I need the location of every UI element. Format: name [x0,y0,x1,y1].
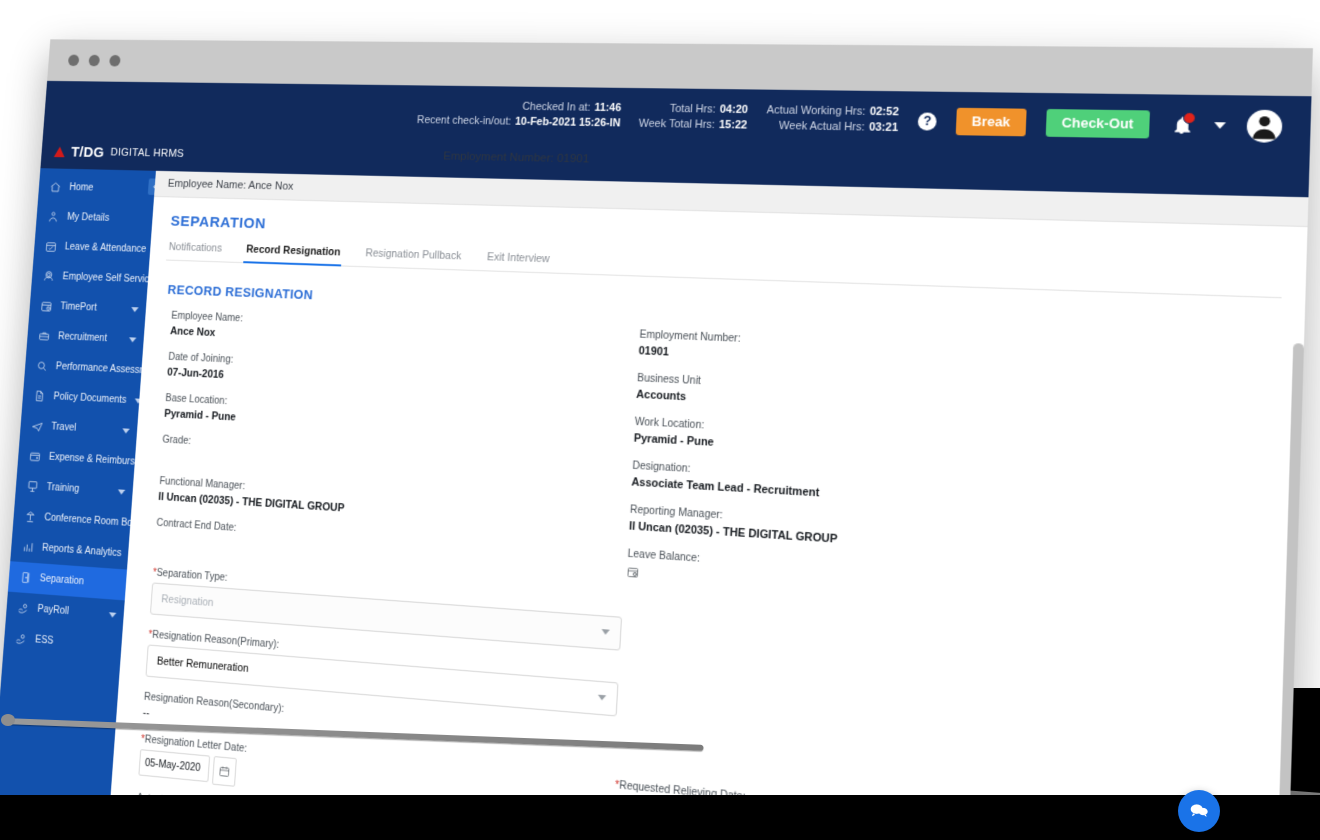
people-gear-icon [42,270,55,283]
chevron-down-icon [597,694,607,701]
sidebar-item-employee-self-service[interactable]: Employee Self Service [31,261,154,295]
checkin-value: 11:46 [594,101,622,115]
calendar-clock-icon [40,300,53,313]
brand-mark: T/DG [70,143,105,161]
sidebar-item-label: TimePort [59,301,98,314]
detail-field: Business Unit Accounts [636,373,1153,426]
chevron-down-icon[interactable] [108,612,117,618]
calendar-clock-icon[interactable] [626,564,644,582]
week-actual-hrs-label: Week Actual Hrs: [778,119,866,134]
tab-record-resignation[interactable]: Record Resignation [243,243,342,265]
person-icon [47,210,60,223]
main-content: Employee Name: Ance Nox Designation: Ass… [109,170,1309,840]
chevron-down-icon[interactable] [128,337,137,343]
calendar-check-icon [45,240,58,253]
perspective-container: Checked In at: 11:46 Recent check-in/out:… [0,0,1320,840]
window-maximize-dot[interactable] [109,54,121,67]
calendar-icon[interactable] [211,756,237,787]
laptop-mockup-stage: Checked In at: 11:46 Recent check-in/out:… [0,0,1320,840]
sidebar-item-home[interactable]: Home [38,172,156,205]
wallet-icon [29,450,42,463]
total-hrs-value: 04:20 [719,103,749,117]
notification-badge [1182,111,1197,125]
avatar[interactable] [1246,109,1283,143]
briefcase-icon [38,330,51,343]
sidebar-item-label: Travel [50,421,77,434]
sidebar-item-timeport[interactable]: TimePort [29,291,147,326]
plane-icon [31,419,44,432]
browser-window: Checked In at: 11:46 Recent check-in/out:… [0,39,1313,840]
sidebar-item-leave-attendance[interactable]: Leave & Attendance [33,231,151,265]
actual-hours-info: Actual Working Hrs: 02:52 Week Actual Hrs… [766,103,900,136]
window-minimize-dot[interactable] [88,54,101,67]
sidebar-item-label: Policy Documents [53,391,127,406]
checkin-label: Checked In at: [522,100,591,114]
actual-working-hrs-label: Actual Working Hrs: [766,104,866,118]
sidebar-item-label: Home [68,182,94,194]
sidebar-item-label: PayRoll [37,603,70,618]
laptop-hinge-cap [1,714,15,726]
bell-icon[interactable] [1170,111,1197,136]
sidebar-item-label: Training [46,482,80,495]
document-icon [33,389,46,402]
detail-field: Base Location: Pyramid - Pune [164,393,626,444]
hand-cash-icon [17,601,30,615]
resignation-reason-primary-value: Better Remuneration [156,655,250,676]
sidebar-item-label: Separation [39,573,85,588]
sidebar-item-label: Employee Self Service [62,271,155,286]
check-out-button[interactable]: Check-Out [1045,108,1150,139]
total-hrs-label: Total Hrs: [669,102,716,116]
right-details-column: Employment Number: 01901 Business Unit Acco… [616,329,1154,634]
breadcrumb-employee-name: Employee Name: Ance Nox [167,177,294,193]
chat-bubble-icon[interactable] [1178,790,1220,832]
sidebar-item-label: Leave & Attendance [64,241,147,255]
bottom-edge [0,795,1320,840]
break-button[interactable]: Break [955,107,1027,137]
chevron-down-icon[interactable] [117,489,126,495]
week-total-hrs-value: 15:22 [718,118,748,132]
recent-checkinout-value: 10-Feb-2021 15:26-IN [514,115,621,130]
hand-cash-icon [15,632,28,646]
sidebar-item-label: My Details [66,211,110,224]
exit-door-icon [19,571,32,585]
left-details-column: Employee Name: Ance Nox Date of Joining: 07… [154,311,631,597]
tab-notifications[interactable]: Notifications [166,241,224,261]
home-icon [49,181,62,194]
chevron-down-icon[interactable] [1214,122,1226,129]
app-body: ‹ Home My Details Leave & Attendance Employ… [0,168,1309,840]
checkin-info: Checked In at: 11:46 Recent check-in/out:… [417,98,622,131]
chevron-down-icon [601,629,610,635]
bar-chart-icon [22,540,35,554]
actual-working-hrs-value: 02:52 [869,105,900,119]
tab-exit-interview[interactable]: Exit Interview [484,251,552,272]
brand-product-name: DIGITAL HRMS [110,146,185,160]
chevron-down-icon[interactable] [130,307,139,313]
separation-type-value: Resignation [160,593,214,610]
sidebar-item-label: Reports & Analytics [41,542,122,560]
magnifier-icon [36,359,49,372]
podium-icon [24,510,37,523]
detail-field: Date of Joining: 07-Jun-2016 [167,352,628,401]
sidebar-item-my-details[interactable]: My Details [36,202,154,235]
attendance-summary: Checked In at: 11:46 Recent check-in/out:… [417,98,1312,143]
tab-resignation-pullback[interactable]: Resignation Pullback [363,247,464,269]
header-employment-number: Employment Number: 01901 [442,150,590,166]
triangle-logo-icon [53,146,66,157]
help-icon[interactable]: ? [917,111,937,131]
sidebar-item-label: ESS [34,634,54,647]
sidebar-item-label: Recruitment [57,331,108,345]
chevron-down-icon[interactable] [122,428,130,434]
week-actual-hrs-value: 03:21 [868,121,899,135]
week-total-hrs-label: Week Total Hrs: [638,117,716,132]
app-logo[interactable]: T/DG DIGITAL HRMS [41,143,185,162]
window-close-dot[interactable] [67,54,80,67]
detail-field: Employee Name: Ance Nox [170,311,631,357]
recent-checkinout-label: Recent check-in/out: [416,114,512,128]
detail-field: Employment Number: 01901 [638,329,1154,379]
total-hours-info: Total Hrs: 04:20 Week Total Hrs: 15:22 [638,101,748,133]
page-wrapper: SEPARATION Notifications Record Resignati… [109,197,1308,840]
resignation-letter-date-input[interactable]: 05-May-2020 [138,749,211,783]
board-icon [26,480,39,493]
